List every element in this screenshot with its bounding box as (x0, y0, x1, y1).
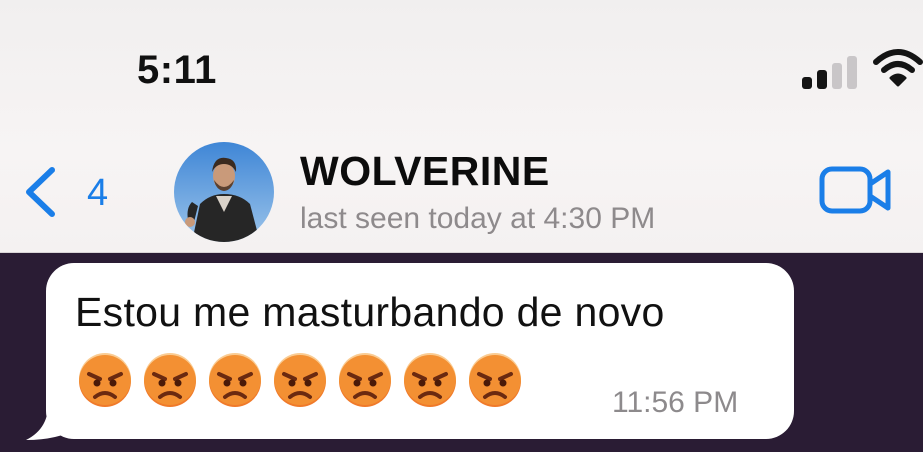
message-timestamp: 11:56 PM (612, 386, 739, 419)
angry-face-icon (469, 353, 521, 407)
back-chevron-icon[interactable] (22, 166, 58, 218)
last-seen-status: last seen today at 4:30 PM (300, 202, 656, 235)
status-bar-time: 5:11 (137, 48, 217, 92)
angry-face-icon (79, 353, 131, 407)
angry-face-icon (339, 353, 391, 407)
cellular-signal-icon (802, 55, 858, 89)
angry-face-icon (209, 353, 261, 407)
wifi-icon (873, 49, 923, 87)
contact-name[interactable]: WOLVERINE (300, 148, 550, 195)
message-text: Estou me masturbando de novo (75, 289, 665, 335)
contact-avatar[interactable] (174, 142, 274, 242)
chat-header: 5:11 4 WOLVERINE last seen today at 4:30… (0, 0, 923, 253)
angry-face-icon (274, 353, 326, 407)
angry-face-icon (404, 353, 456, 407)
unread-count[interactable]: 4 (87, 172, 108, 215)
angry-face-icon (144, 353, 196, 407)
video-camera-icon[interactable] (818, 164, 894, 216)
